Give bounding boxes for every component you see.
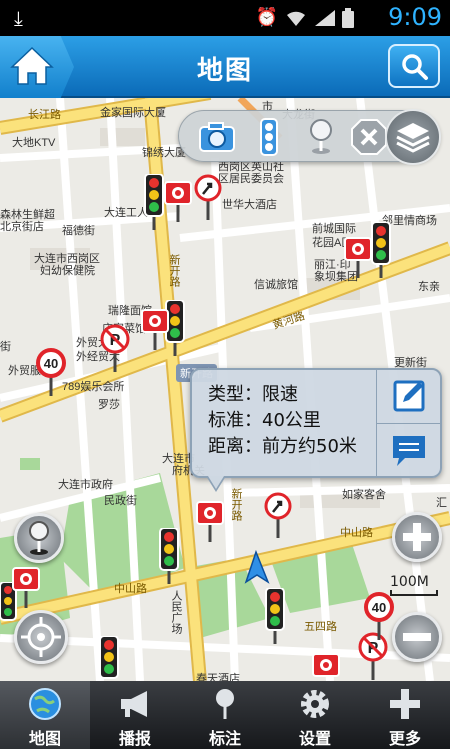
poi-label: 妇幼保健院 bbox=[40, 265, 95, 277]
search-icon bbox=[402, 54, 428, 80]
popup-distance: 距离：前方约50米 bbox=[208, 436, 357, 457]
camera-marker[interactable] bbox=[141, 306, 169, 350]
traffic-light-marker[interactable] bbox=[98, 636, 120, 681]
poi-label: 福德街 bbox=[62, 225, 95, 237]
poi-label: 世华大酒店 bbox=[222, 199, 277, 211]
wifi-icon bbox=[287, 11, 305, 26]
pin-icon[interactable] bbox=[301, 117, 341, 157]
popup-tail-fill bbox=[208, 476, 224, 489]
map-view[interactable]: 长江路 金家国际大厦 市 大龙街 大地KTV 锦绣大厦 西岗区英山社 区居民委员… bbox=[0, 98, 450, 681]
locate-icon bbox=[21, 617, 61, 657]
nav-item-more[interactable]: 更多 bbox=[360, 681, 450, 749]
nav-label: 标注 bbox=[208, 729, 241, 748]
poi-label: 789娱乐会所 bbox=[62, 381, 125, 393]
poi-label: 区居民委员会 bbox=[218, 173, 284, 185]
poi-label: 大连市政府 bbox=[58, 479, 113, 491]
scale-bar bbox=[390, 590, 438, 596]
camera-icon[interactable] bbox=[197, 117, 237, 157]
road-label: 新开路 bbox=[230, 488, 242, 521]
poi-label: 大连工人 bbox=[104, 207, 148, 219]
nav-label: 更多 bbox=[388, 729, 421, 748]
speed-limit-value: 40 bbox=[372, 600, 386, 615]
download-icon: ⤓ bbox=[14, 6, 23, 30]
no-left-turn-sign-marker[interactable] bbox=[194, 174, 222, 220]
road-label: 中山路 bbox=[340, 527, 373, 539]
poi-label: 信诚旅馆 bbox=[254, 279, 298, 291]
poi-label: 北京街店 bbox=[0, 221, 44, 233]
pin-icon bbox=[29, 521, 49, 555]
layers-icon bbox=[396, 123, 430, 153]
poi-label: 东亲 bbox=[418, 281, 440, 293]
road-label: 长江路 bbox=[28, 109, 61, 121]
signal-icon bbox=[315, 9, 335, 26]
camera-marker[interactable] bbox=[164, 178, 192, 222]
traffic-light-marker[interactable] bbox=[264, 588, 286, 644]
popup-separator bbox=[377, 423, 441, 424]
poi-label: 金家国际大厦 bbox=[100, 107, 166, 119]
plus-icon bbox=[403, 523, 431, 551]
nav-item-map[interactable]: 地图 bbox=[0, 681, 90, 749]
locate-button[interactable] bbox=[14, 610, 68, 664]
scale-label: 100M bbox=[390, 574, 429, 590]
system-icons: ⏰ bbox=[256, 7, 354, 28]
poi-label: 如家客舍 bbox=[342, 489, 386, 501]
pin-icon bbox=[216, 689, 234, 719]
close-icon[interactable] bbox=[349, 117, 389, 157]
speed-limit-value: 40 bbox=[44, 356, 58, 371]
comment-icon[interactable] bbox=[391, 434, 427, 468]
popup-actions bbox=[376, 370, 441, 476]
traffic-light-icon[interactable] bbox=[249, 117, 289, 157]
speed-limit-marker[interactable]: 40 bbox=[36, 348, 66, 396]
minus-icon bbox=[403, 633, 431, 641]
nav-label: 播报 bbox=[118, 729, 151, 748]
nav-item-settings[interactable]: 设置 bbox=[270, 681, 360, 749]
camera-marker[interactable] bbox=[344, 234, 372, 278]
battery-icon bbox=[342, 7, 354, 28]
page-title: 地图 bbox=[196, 56, 253, 86]
road-label: 新开路 bbox=[168, 254, 180, 287]
zoom-out-button[interactable] bbox=[392, 612, 442, 662]
traffic-light-marker[interactable] bbox=[143, 174, 165, 230]
search-button[interactable] bbox=[388, 44, 440, 88]
zoom-in-button[interactable] bbox=[392, 512, 442, 562]
poi-label: 大地KTV bbox=[12, 137, 56, 149]
camera-marker[interactable] bbox=[196, 498, 224, 542]
map-scale: 100M bbox=[390, 574, 438, 596]
nav-item-broadcast[interactable]: 播报 bbox=[90, 681, 180, 749]
no-parking-sign-marker[interactable]: P bbox=[100, 324, 130, 372]
poi-label: 人民广场 bbox=[170, 590, 182, 634]
poi-label: 民政街 bbox=[104, 495, 137, 507]
megaphone-icon bbox=[121, 691, 147, 717]
bottom-nav: 地图 播报 标注 设置 更多 bbox=[0, 681, 450, 749]
nav-label: 地图 bbox=[28, 729, 61, 748]
app-header: 地图 bbox=[0, 36, 450, 98]
clock: 9:09 bbox=[388, 3, 442, 31]
popup-standard: 标准：40公里 bbox=[208, 410, 321, 431]
nav-label: 设置 bbox=[298, 729, 331, 748]
plus-icon bbox=[390, 689, 420, 719]
nav-item-annotate[interactable]: 标注 bbox=[180, 681, 270, 749]
no-left-turn-sign-marker[interactable] bbox=[264, 492, 292, 538]
alarm-icon: ⏰ bbox=[255, 7, 278, 28]
edit-icon[interactable] bbox=[393, 378, 427, 414]
popup-type: 类型：限速 bbox=[208, 384, 298, 405]
speed-limit-marker[interactable]: 40 bbox=[364, 592, 394, 640]
info-popup: 类型：限速 标准：40公里 距离：前方约50米 bbox=[190, 368, 442, 492]
road-label: 中山路 bbox=[114, 583, 147, 595]
layers-button[interactable] bbox=[385, 109, 441, 165]
map-toolbar bbox=[178, 109, 441, 165]
gear-icon bbox=[301, 690, 329, 718]
status-bar: ⤓ ⏰ 9:09 bbox=[0, 0, 450, 36]
mark-location-button[interactable] bbox=[14, 513, 64, 563]
camera-marker[interactable] bbox=[12, 564, 40, 608]
poi-label: 春天酒店 bbox=[196, 673, 240, 681]
camera-marker[interactable] bbox=[312, 650, 340, 681]
poi-label: 汇 bbox=[436, 497, 447, 509]
traffic-light-marker[interactable] bbox=[158, 528, 180, 584]
poi-label: 罗莎 bbox=[98, 399, 120, 411]
traffic-light-marker[interactable] bbox=[370, 222, 392, 278]
poi-label: 街 bbox=[0, 341, 11, 353]
globe-icon bbox=[29, 688, 61, 720]
road-label: 五四路 bbox=[304, 621, 337, 633]
